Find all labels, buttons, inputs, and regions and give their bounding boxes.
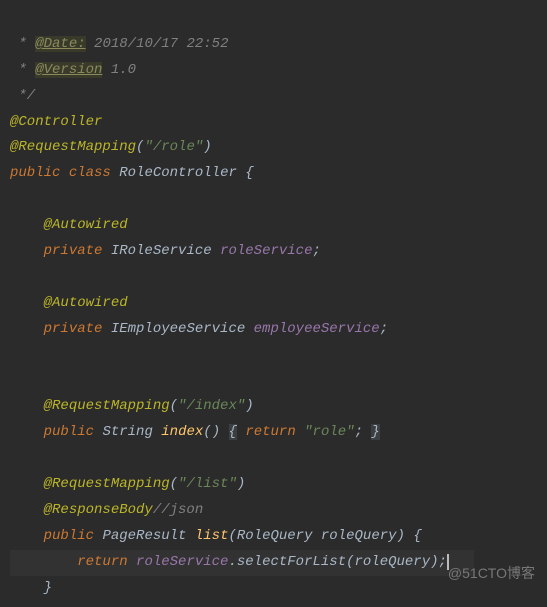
watermark: @51CTO博客 — [448, 561, 535, 587]
doc-line: * @Version 1.0 — [10, 62, 136, 78]
code-editor[interactable]: * @Date: 2018/10/17 22:52 * @Version 1.0… — [0, 0, 547, 607]
annotation-controller: @Controller — [10, 114, 102, 130]
annotation-responsebody: @ResponseBody//json — [10, 502, 203, 518]
blank-line — [10, 450, 18, 466]
method-list: public PageResult list(RoleQuery roleQue… — [10, 528, 422, 544]
method-index: public String index() { return "role"; } — [10, 424, 380, 440]
annotation-autowired: @Autowired — [10, 217, 128, 233]
annotation-autowired: @Autowired — [10, 295, 128, 311]
close-brace: } — [10, 580, 52, 596]
doc-line: */ — [10, 88, 35, 104]
field-decl: private IEmployeeService employeeService… — [10, 321, 388, 337]
blank-line — [10, 269, 18, 285]
doc-date-tag: @Date: — [35, 36, 85, 52]
doc-line: * @Date: 2018/10/17 22:52 — [10, 36, 228, 52]
annotation-requestmapping: @RequestMapping("/list") — [10, 476, 245, 492]
blank-line — [10, 191, 18, 207]
class-decl: public class RoleController { — [10, 165, 254, 181]
annotation-requestmapping: @RequestMapping("/index") — [10, 398, 254, 414]
annotation-requestmapping: @RequestMapping("/role") — [10, 139, 212, 155]
doc-version-tag: @Version — [35, 62, 102, 78]
blank-line — [10, 347, 18, 363]
field-decl: private IRoleService roleService; — [10, 243, 321, 259]
blank-line — [10, 372, 18, 388]
current-line: return roleService.selectForList(roleQue… — [10, 550, 474, 576]
